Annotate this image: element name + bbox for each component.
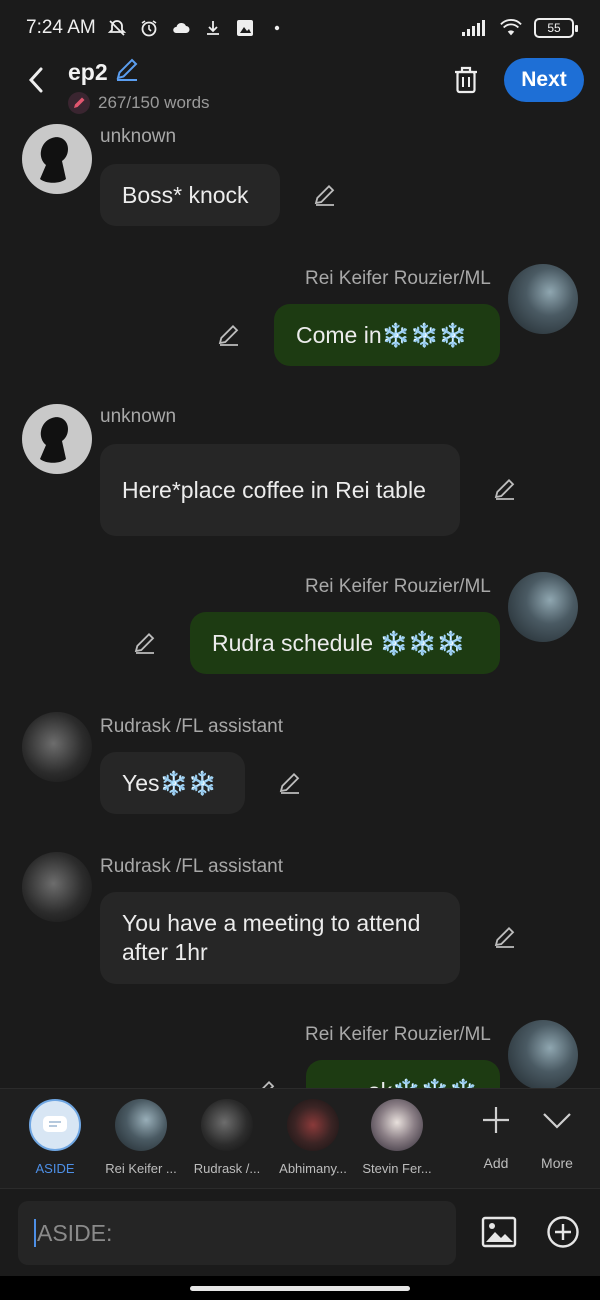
sender-name: Rudrask /FL assistant [100,856,284,877]
character-selector: ASIDE Rei Keifer ... Rudrask /... Abhima… [0,1088,600,1188]
message-bubble[interactable]: You have a meeting to attend after 1hr [100,892,460,984]
edit-message-icon[interactable] [490,474,520,504]
avatar [201,1099,253,1151]
gallery-app-icon [234,17,256,39]
next-button[interactable]: Next [504,58,584,102]
status-time: 7:24 AM [26,17,96,38]
status-bar: 7:24 AM 55 [0,0,600,56]
cloud-icon [170,17,192,39]
back-button[interactable] [18,60,54,100]
edit-message-icon[interactable] [275,768,305,798]
episode-title[interactable]: ep2 [68,59,108,86]
avatar[interactable] [508,264,578,334]
message-bubble[interactable]: Rudra schedule ❄️❄️❄️ [190,612,500,674]
add-character-button[interactable]: Add [466,1103,526,1171]
add-label: Add [483,1155,509,1171]
avatar[interactable] [22,712,92,782]
avatar [287,1099,339,1151]
edit-message-icon[interactable] [214,320,244,350]
sender-name: Rudrask /FL assistant [100,716,284,737]
add-content-button[interactable] [544,1213,582,1251]
avatar [115,1099,167,1151]
message-bubble[interactable]: Come in❄️❄️❄️ [274,304,500,366]
signal-icon [460,17,488,39]
character-label: Rei Keifer ... [105,1161,177,1176]
text-caret [34,1219,36,1247]
message-bubble[interactable]: Yes❄️❄️ [100,752,245,814]
avatar[interactable] [508,572,578,642]
wifi-icon [500,17,522,39]
avatar[interactable] [22,852,92,922]
character-rudrask[interactable]: Rudrask /... [182,1099,272,1176]
character-aside[interactable]: ASIDE [10,1099,100,1176]
chevron-down-icon [527,1103,587,1137]
edit-title-icon[interactable] [114,56,140,88]
sender-name: unknown [100,126,177,147]
edit-message-icon[interactable] [310,180,340,210]
dot-icon [266,17,288,39]
title-block: ep2 267/150 words [68,56,210,114]
pencil-icon [68,92,90,114]
edit-message-icon[interactable] [490,922,520,952]
word-count: 267/150 words [98,93,210,112]
character-label: ASIDE [35,1161,75,1176]
composer: ASIDE: [0,1188,600,1276]
sender-name: unknown [100,406,177,427]
insert-image-button[interactable] [480,1213,518,1251]
aside-chat-icon [29,1099,81,1151]
download-icon [202,17,224,39]
battery-indicator: 55 [534,18,578,38]
character-rei[interactable]: Rei Keifer ... [96,1099,186,1176]
chat-thread[interactable]: unknown Boss* knock Rei Keifer Rouzier/M… [0,114,600,1088]
edit-message-icon[interactable] [130,628,160,658]
avatar [371,1099,423,1151]
system-nav-bar [0,1276,600,1300]
avatar[interactable] [508,1020,578,1088]
more-label: More [541,1155,573,1171]
input-value: ASIDE: [37,1219,113,1246]
sender-name: Rei Keifer Rouzier/ML [305,576,491,597]
plus-icon [466,1103,526,1137]
message-input[interactable]: ASIDE: [18,1201,456,1265]
more-characters-button[interactable]: More [527,1103,587,1171]
avatar[interactable] [22,124,92,194]
alarm-icon [138,17,160,39]
message-bubble[interactable]: Boss* knock [100,164,280,226]
message-bubble[interactable]: Here*place coffee in Rei table [100,444,460,536]
editor-header: ep2 267/150 words Next [0,56,600,114]
character-label: Abhimany... [279,1161,347,1176]
delete-button[interactable] [448,60,484,100]
edit-message-icon[interactable] [250,1076,280,1088]
sender-name: Rei Keifer Rouzier/ML [305,268,491,289]
sender-name: Rei Keifer Rouzier/ML [305,1024,491,1045]
avatar[interactable] [22,404,92,474]
character-label: Stevin Fer... [362,1161,432,1176]
character-abhimanyu[interactable]: Abhimany... [268,1099,358,1176]
home-indicator[interactable] [190,1286,410,1291]
character-stevin[interactable]: Stevin Fer... [352,1099,442,1176]
message-bubble[interactable]: ok❄️❄️❄️ [306,1060,500,1088]
character-label: Rudrask /... [193,1161,261,1176]
notifications-off-icon [106,17,128,39]
